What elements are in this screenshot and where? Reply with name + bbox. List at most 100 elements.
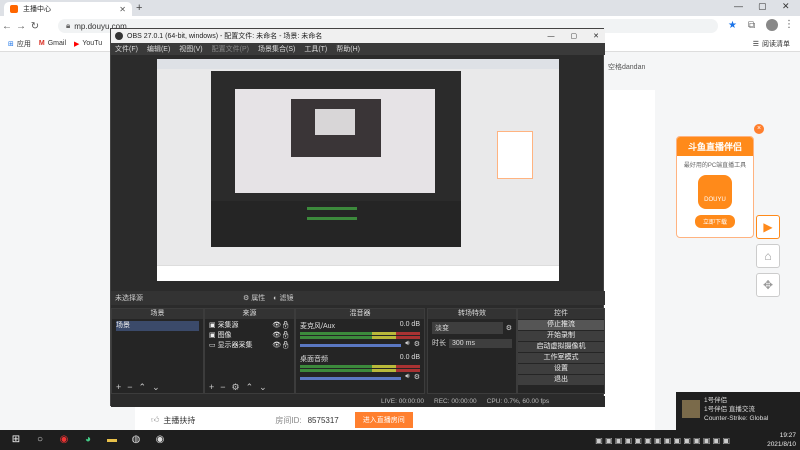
menu-scene-collection[interactable]: 场景集合(S)	[258, 44, 295, 54]
ad-close-icon[interactable]: ×	[754, 124, 764, 134]
scenes-title: 场景	[112, 309, 203, 319]
game-notification[interactable]: 1号伴侣 1号伴侣 直播交流 Counter-Strike: Global	[676, 392, 800, 432]
add-scene-icon[interactable]: +	[116, 382, 121, 392]
menu-file[interactable]: 文件(F)	[115, 44, 138, 54]
source-item[interactable]: ▣ 采集源 👁︎🔒︎	[209, 321, 290, 331]
audio-meter	[300, 336, 420, 339]
gear-icon[interactable]: ⚙	[414, 373, 420, 381]
extensions-icon[interactable]: ⧉	[748, 20, 755, 31]
preview-deepest-capture	[315, 109, 355, 135]
audio-meter	[300, 369, 420, 372]
reading-list[interactable]: ☰ 阅读清单	[753, 39, 790, 49]
enter-room-button[interactable]: 进入直播房间	[354, 412, 413, 428]
virtual-camera-button[interactable]: 启动虚拟摄像机	[518, 342, 604, 352]
forward-icon[interactable]: →	[14, 21, 28, 32]
obs-preview[interactable]	[157, 59, 559, 281]
filter-icon[interactable]: ◐	[273, 295, 277, 302]
ad-download-button[interactable]: 立即下载	[695, 215, 735, 228]
preview-browser-chrome	[157, 59, 559, 69]
douyu-ad[interactable]: 斗鱼直播伴侣 最好用的PC端直播工具 DOUYU 立即下载	[676, 136, 754, 238]
image-icon: ▣	[209, 332, 218, 339]
menu-tools[interactable]: 工具(T)	[304, 44, 327, 54]
gmail-bookmark[interactable]: M Gmail	[39, 40, 66, 47]
channel-name: 桌面音频	[300, 356, 328, 363]
menu-help[interactable]: 帮助(H)	[336, 44, 360, 54]
channel-db: 0.0 dB	[399, 321, 420, 328]
youtube-bookmark[interactable]: ▶ YouTu	[74, 40, 102, 48]
search-icon[interactable]: ○	[32, 433, 48, 447]
close-window-icon[interactable]: ✕	[782, 1, 790, 12]
chrome-icon[interactable]: ◕	[80, 433, 96, 447]
move-down-icon[interactable]: ⌄	[152, 382, 160, 393]
gear-icon[interactable]: ⚙	[414, 340, 420, 348]
eye-icon[interactable]: 👁︎🔒︎	[272, 341, 290, 351]
reload-icon[interactable]: ↻	[28, 21, 42, 32]
obs-close-icon[interactable]: ✕	[593, 32, 599, 40]
netease-icon[interactable]: ◉	[56, 433, 72, 447]
remove-scene-icon[interactable]: −	[127, 382, 132, 392]
properties-button[interactable]: 属性	[251, 293, 265, 303]
volume-slider[interactable]	[300, 344, 402, 347]
menu-profile[interactable]: 配置文件(P)	[212, 44, 249, 54]
profile-avatar[interactable]	[766, 19, 778, 31]
menu-view[interactable]: 视图(V)	[179, 44, 202, 54]
minimize-icon[interactable]: —	[734, 1, 743, 11]
apps-bookmark[interactable]: ⊞ 应用	[8, 39, 31, 49]
source-item[interactable]: ▭ 显示器采集 👁︎🔒︎	[209, 341, 290, 351]
user-label[interactable]: 空格dandan	[608, 62, 645, 72]
move-up-icon[interactable]: ⌃	[246, 382, 254, 393]
room-id-label: 房间ID:	[275, 415, 302, 425]
mixer-dock: 混音器 麦克风/Aux 0.0 dB 🔊︎ ⚙ 桌面音频 0.0 dB 🔊︎ ⚙	[295, 308, 425, 394]
gmail-icon: M	[38, 40, 45, 47]
notification-line2: Counter-Strike: Global	[704, 415, 769, 422]
exit-button[interactable]: 退出	[518, 375, 604, 385]
start-recording-button[interactable]: 开始录制	[518, 331, 604, 341]
gamepad-side-icon[interactable]: ✥	[756, 273, 780, 297]
tab-strip: 主播中心 ✕ + — ▢ ✕	[0, 0, 800, 16]
channel-name: 麦克风/Aux	[300, 323, 336, 330]
remove-source-icon[interactable]: −	[220, 382, 225, 392]
move-up-icon[interactable]: ⌃	[139, 382, 147, 393]
filters-button[interactable]: 滤镜	[280, 293, 294, 303]
obs-minimize-icon[interactable]: —	[548, 33, 555, 40]
bookmark-star-icon[interactable]: ★	[728, 20, 737, 31]
rec-time: REC: 00:00:00	[434, 398, 477, 405]
scene-item[interactable]: 场景	[116, 321, 199, 331]
volume-slider[interactable]	[300, 377, 402, 380]
back-icon[interactable]: ←	[0, 21, 14, 32]
folder-icon[interactable]: ▬	[104, 433, 120, 447]
eye-icon[interactable]: 👁︎🔒︎	[272, 331, 290, 341]
transition-select[interactable]: 淡变	[432, 322, 503, 334]
windows-start-icon[interactable]: ⊞	[8, 433, 24, 447]
menu-edit[interactable]: 编辑(E)	[147, 44, 170, 54]
source-settings-icon[interactable]: ⚙	[232, 382, 240, 393]
speaker-icon[interactable]: 🔊︎	[405, 373, 409, 381]
tab-close-icon[interactable]: ✕	[119, 5, 126, 14]
obs-taskbar-icon[interactable]: ◉	[152, 433, 168, 447]
gear-icon[interactable]: ⚙	[506, 324, 512, 332]
duration-input[interactable]: 300 ms	[449, 338, 512, 348]
douyu-logo-icon: DOUYU	[698, 175, 732, 209]
home-side-icon[interactable]: ⌂	[756, 244, 780, 268]
cpu-fps: CPU: 0.7%, 60.00 fps	[486, 398, 550, 405]
support-label[interactable]: 主播扶持	[163, 415, 195, 426]
browser-tab[interactable]: 主播中心 ✕	[4, 2, 132, 16]
source-item[interactable]: ▣ 图像 👁︎🔒︎	[209, 331, 290, 341]
move-down-icon[interactable]: ⌄	[259, 382, 267, 393]
menu-icon[interactable]: ⋮	[784, 19, 794, 30]
taskbar-clock[interactable]: 19:27 2021/8/10	[736, 431, 800, 449]
play-side-icon[interactable]: ▶	[756, 215, 780, 239]
settings-button[interactable]: 设置	[518, 364, 604, 374]
gear-icon[interactable]: ⚙	[243, 294, 249, 302]
studio-mode-button[interactable]: 工作室模式	[518, 353, 604, 363]
stop-streaming-button[interactable]: 停止推流	[518, 320, 604, 330]
new-tab-icon[interactable]: +	[136, 2, 142, 14]
maximize-icon[interactable]: ▢	[758, 1, 767, 12]
eye-icon[interactable]: 👁︎🔒︎	[272, 321, 290, 331]
obs-maximize-icon[interactable]: ▢	[571, 32, 578, 40]
speaker-icon[interactable]: 🔊︎	[405, 340, 409, 348]
room-id-value: 8575317	[307, 415, 339, 425]
add-source-icon[interactable]: +	[209, 382, 214, 392]
system-tray[interactable]: ▣ ▣ ▣ ▣ ▣ ▣ ▣ ▣ ▣ ▣ ▣ ▣ ▣ ▣	[595, 436, 730, 445]
steam-icon[interactable]: ◍	[128, 433, 144, 447]
